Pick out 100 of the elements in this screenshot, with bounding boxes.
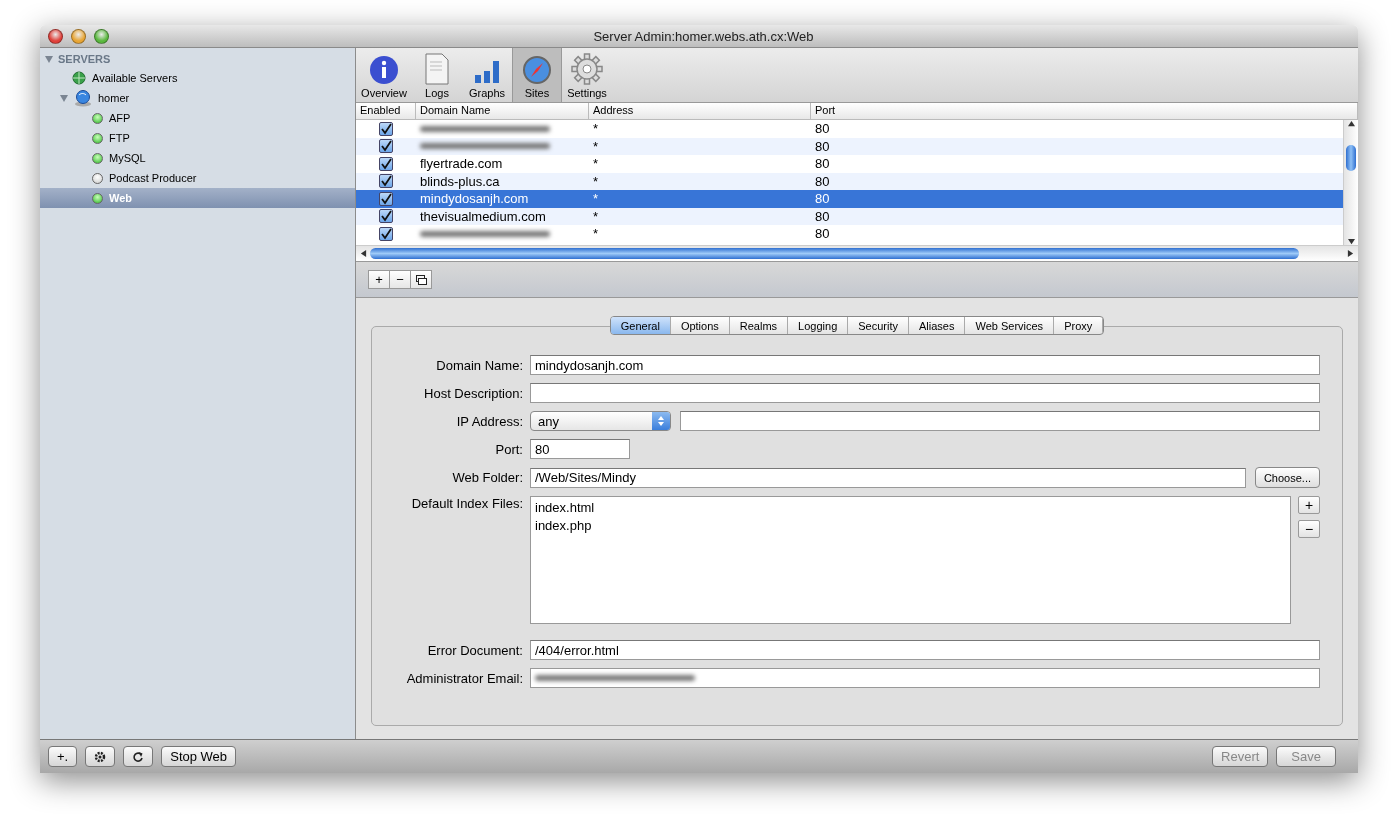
- table-cell-text: *: [592, 173, 600, 189]
- toolbar-button[interactable]: Overview: [356, 48, 412, 102]
- column-header[interactable]: Port: [811, 103, 1358, 119]
- field-label: Administrator Email:: [405, 670, 523, 686]
- scroll-arrow-icon[interactable]: [360, 250, 367, 257]
- tab[interactable]: Web Services: [965, 317, 1055, 334]
- minimize-button[interactable]: [71, 28, 86, 44]
- field-label: IP Address:: [455, 413, 523, 429]
- tab[interactable]: Security: [848, 317, 909, 334]
- checkbox[interactable]: [379, 174, 393, 189]
- table-cell-text: *: [592, 208, 600, 224]
- checkbox[interactable]: [379, 139, 393, 154]
- field-label: Host Description:: [423, 385, 523, 401]
- input-field[interactable]: [530, 383, 1320, 403]
- remove-button[interactable]: −: [389, 270, 411, 289]
- add-button[interactable]: +.: [48, 746, 78, 767]
- sidebar-item[interactable]: MySQL: [40, 148, 355, 168]
- list-item[interactable]: index.php: [535, 518, 1286, 533]
- checkbox[interactable]: [379, 226, 393, 241]
- table-cell-text: *: [592, 156, 600, 172]
- tab[interactable]: Logging: [788, 317, 849, 334]
- duplicate-button[interactable]: [410, 270, 432, 289]
- disclosure-triangle-icon[interactable]: [60, 94, 68, 102]
- add-button[interactable]: +: [368, 270, 390, 289]
- scroll-thumb[interactable]: [370, 248, 1299, 259]
- input-field[interactable]: /Web/Sites/Mindy: [530, 467, 1246, 488]
- list-item[interactable]: index.html: [535, 500, 1286, 515]
- gear-icon: [571, 53, 603, 85]
- ip-address-popup[interactable]: any: [530, 411, 671, 431]
- sidebar-item[interactable]: Podcast Producer: [40, 168, 355, 188]
- table-cell-text: *: [592, 121, 600, 137]
- table-cell-text: *: [592, 138, 600, 154]
- checkbox[interactable]: [379, 209, 393, 224]
- checkmark-icon: [380, 175, 392, 188]
- checkmark-icon: [380, 140, 392, 153]
- table-cell-text: 80: [814, 208, 831, 224]
- input-field[interactable]: mindydosanjh.com: [530, 355, 1320, 375]
- horizontal-scrollbar[interactable]: [356, 245, 1358, 262]
- scroll-thumb[interactable]: [1346, 144, 1356, 171]
- checkmark-icon: [380, 227, 392, 240]
- toolbar-button[interactable]: Settings: [562, 48, 612, 102]
- toolbar-button[interactable]: Logs: [412, 48, 462, 102]
- globe-icon: [72, 71, 86, 85]
- tab[interactable]: Options: [670, 317, 730, 334]
- compass-icon: [522, 55, 552, 85]
- sidebar-item[interactable]: AFP: [40, 108, 355, 128]
- toolbar-button[interactable]: Graphs: [462, 48, 512, 102]
- info-icon: [369, 55, 399, 85]
- toolbar-button[interactable]: Sites: [512, 48, 562, 102]
- checkbox[interactable]: [379, 191, 393, 206]
- table-cell-text: *: [592, 191, 600, 207]
- index-files-list[interactable]: index.html index.php: [530, 496, 1291, 624]
- stepper-icon: [657, 415, 665, 427]
- table-cell-text: 80: [814, 138, 831, 154]
- sidebar-item[interactable]: homer: [40, 88, 355, 108]
- table-cell-text: thevisualmedium.com: [419, 208, 547, 224]
- column-header[interactable]: Domain Name: [416, 103, 589, 119]
- zoom-button[interactable]: [94, 28, 109, 44]
- checkmark-icon: [380, 210, 392, 223]
- field-label: Default Index Files:: [410, 496, 523, 511]
- table-cell-text: 80: [814, 173, 831, 189]
- input-field[interactable]: [680, 411, 1320, 431]
- table-cell-text: flyertrade.com: [419, 156, 504, 172]
- field-label: Port:: [494, 441, 523, 457]
- refresh-button[interactable]: [123, 746, 154, 767]
- checkmark-icon: [380, 192, 392, 205]
- sidebar-heading: SERVERS: [58, 53, 111, 65]
- table-cell-text: blinds-plus.ca: [419, 173, 501, 189]
- table-cell-text: 80: [814, 226, 831, 242]
- field-label: Web Folder:: [451, 470, 523, 485]
- sidebar-item[interactable]: Available Servers: [40, 68, 355, 88]
- add-button[interactable]: +: [1298, 496, 1320, 514]
- table-cell-text: 80: [814, 156, 831, 172]
- input-field[interactable]: 80: [530, 439, 630, 459]
- stop-service-button[interactable]: Stop Web: [161, 746, 237, 767]
- action-button[interactable]: [85, 746, 116, 767]
- close-button[interactable]: [48, 28, 63, 44]
- column-header[interactable]: Enabled: [356, 103, 416, 119]
- input-field[interactable]: [530, 668, 1320, 688]
- column-header[interactable]: Address: [589, 103, 811, 119]
- table-cell-text: 80: [814, 191, 831, 207]
- choose-button[interactable]: Choose...: [1254, 467, 1320, 488]
- duplicate-icon: [415, 274, 427, 285]
- server-globe-icon: [74, 89, 92, 107]
- remove-button[interactable]: −: [1298, 520, 1320, 538]
- vertical-scrollbar[interactable]: [1343, 120, 1358, 245]
- table-row[interactable]: mindydosanjh.com * 80: [356, 190, 1343, 208]
- tab[interactable]: General: [610, 317, 671, 334]
- tab[interactable]: Aliases: [909, 317, 966, 334]
- checkbox[interactable]: [379, 156, 393, 171]
- table-cell-text: *: [592, 226, 600, 242]
- tab[interactable]: Realms: [729, 317, 789, 334]
- bar-graph-icon: [473, 59, 501, 85]
- tab[interactable]: Proxy: [1054, 317, 1104, 334]
- disclosure-triangle-icon[interactable]: [45, 55, 53, 63]
- checkmark-icon: [380, 157, 392, 170]
- input-field[interactable]: /404/error.html: [530, 640, 1320, 660]
- sidebar-item[interactable]: FTP: [40, 128, 355, 148]
- checkbox[interactable]: [379, 121, 393, 136]
- scroll-arrow-icon[interactable]: [1347, 120, 1355, 127]
